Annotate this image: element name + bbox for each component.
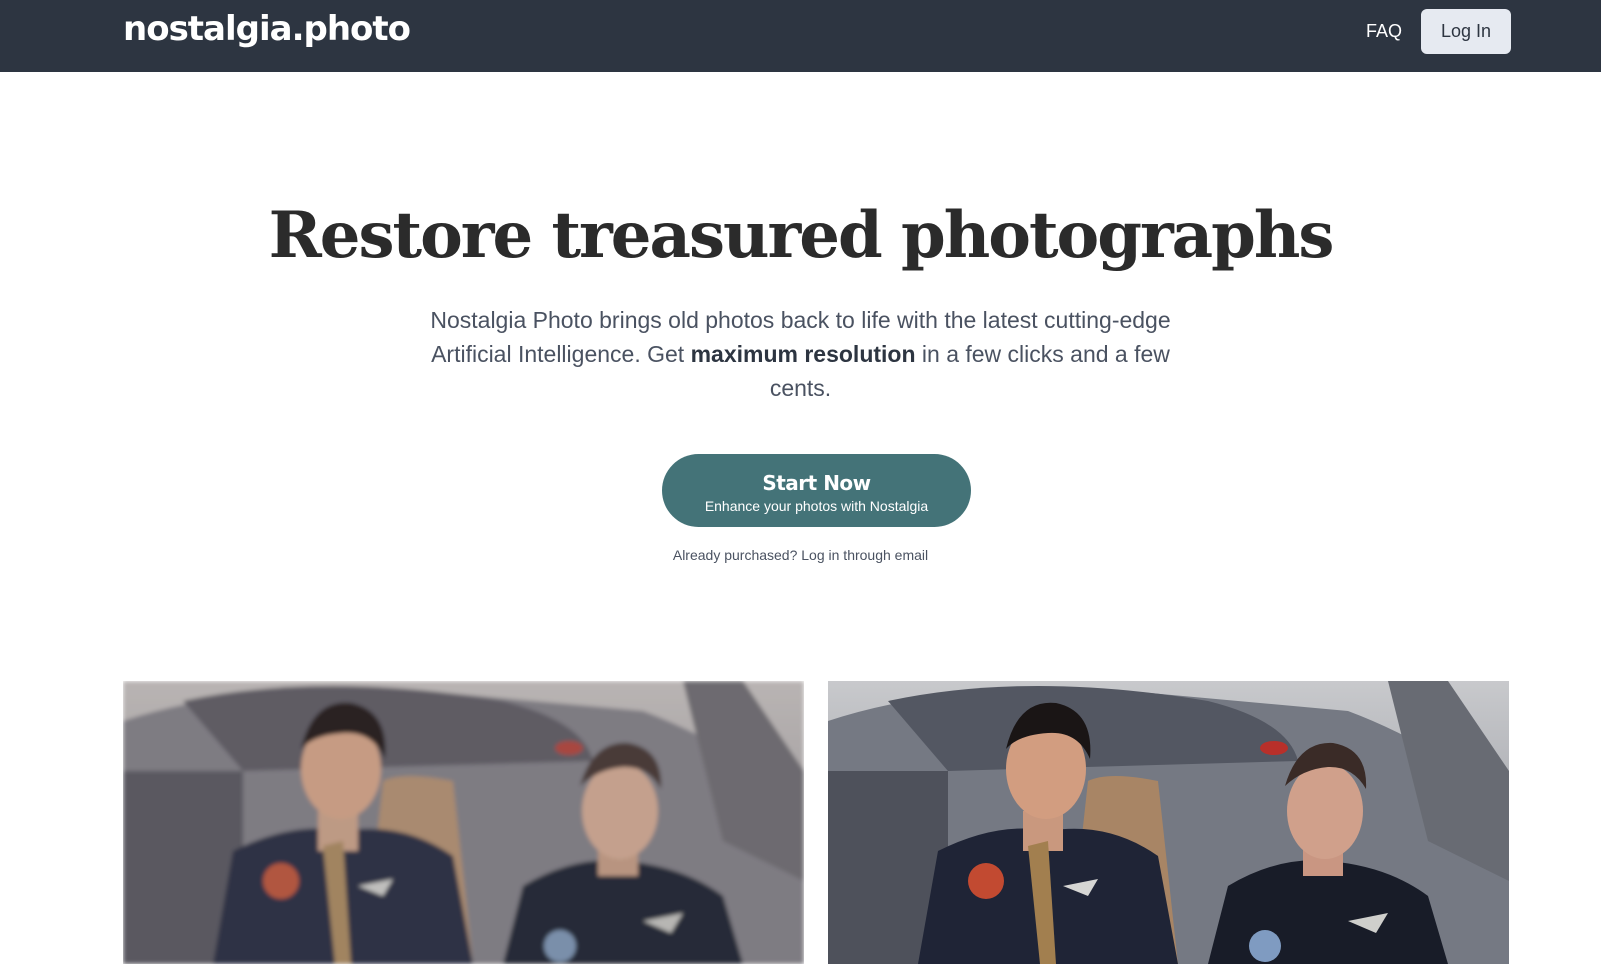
top-navbar: nostalgia.photo FAQ Log In [0, 0, 1601, 72]
hero-subtitle: Nostalgia Photo brings old photos back t… [430, 303, 1171, 405]
before-photo-image [123, 681, 804, 964]
start-now-label: Start Now [762, 471, 871, 495]
hero-title: Restore treasured photographs [268, 198, 1335, 273]
already-purchased-note: Already purchased? Log in through email [0, 547, 1601, 563]
hero-subtitle-emphasis: maximum resolution [690, 341, 916, 367]
site-logo[interactable]: nostalgia.photo [123, 9, 411, 49]
login-button[interactable]: Log In [1421, 9, 1511, 54]
faq-link[interactable]: FAQ [1366, 21, 1402, 42]
after-photo [828, 681, 1509, 964]
email-login-link[interactable]: Already purchased? Log in through email [673, 547, 928, 563]
before-photo [123, 681, 804, 964]
start-now-sublabel: Enhance your photos with Nostalgia [704, 498, 929, 514]
after-photo-image [828, 681, 1509, 964]
start-now-button[interactable]: Start Now Enhance your photos with Nosta… [662, 454, 971, 527]
